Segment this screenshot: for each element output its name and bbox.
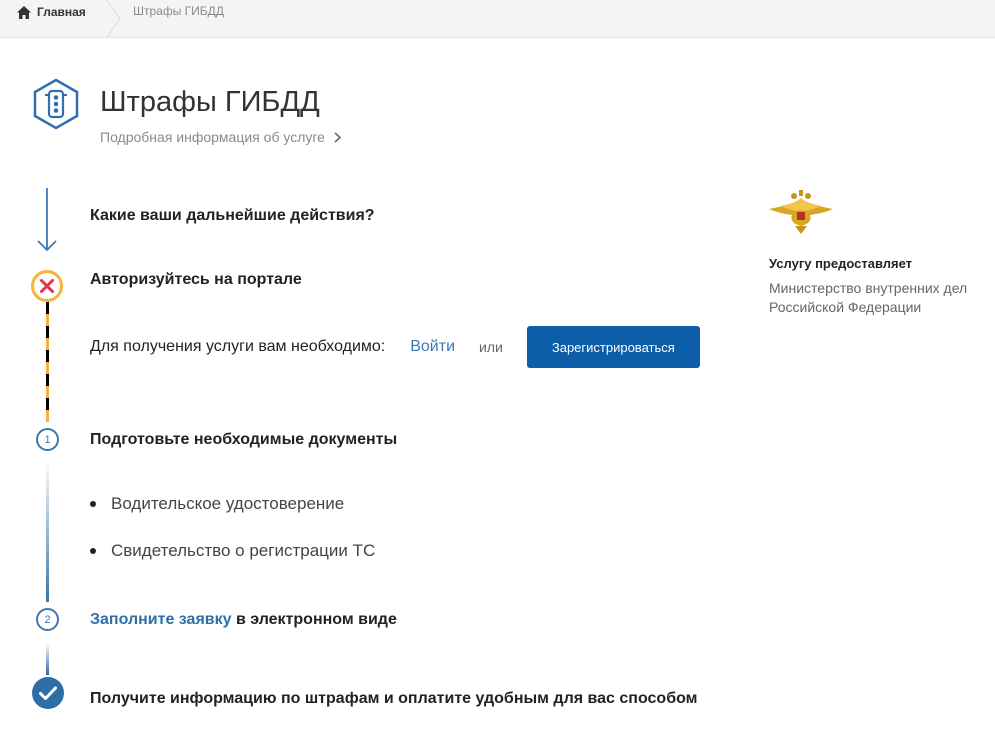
service-details-label: Подробная информация об услуге — [100, 129, 325, 145]
breadcrumb-home[interactable]: Главная — [17, 4, 86, 20]
document-label: Водительское удостоверение — [111, 493, 345, 513]
auth-step-title: Авторизуйтесь на портале — [90, 271, 302, 288]
checkmark-icon — [32, 677, 64, 709]
page-title: Штрафы ГИБДД — [100, 86, 320, 118]
agency-label: Услугу предоставляет — [769, 256, 913, 271]
documents-list: Водительское удостоверение Свидетельство… — [90, 492, 375, 586]
step2-title: Заполните заявку в электронном виде — [90, 611, 397, 629]
register-button[interactable]: Зарегистрироваться — [526, 326, 700, 368]
breadcrumb-home-label: Главная — [37, 5, 86, 19]
timeline-connector — [46, 459, 49, 602]
list-item: Свидетельство о регистрации ТС — [90, 539, 375, 562]
double-headed-eagle-emblem — [769, 190, 833, 234]
auth-prompt: Для получения услуги вам необходимо: — [90, 338, 386, 355]
chevron-right-icon — [106, 0, 121, 37]
step-number-badge: 2 — [36, 608, 59, 631]
step2-rest-text: в электронном виде — [231, 611, 397, 628]
bullet-icon — [90, 500, 96, 507]
intro-heading: Какие ваши дальнейшие действия? — [90, 207, 375, 224]
breadcrumb: Главная Штрафы ГИБДД — [0, 0, 995, 38]
or-separator: или — [479, 339, 503, 355]
home-icon — [17, 5, 31, 19]
document-label: Свидетельство о регистрации ТС — [111, 540, 376, 560]
step1-title: Подготовьте необходимые документы — [90, 431, 398, 448]
agency-name: Министерство внутренних дел Российской Ф… — [769, 280, 968, 315]
auth-actions: Для получения услуги вам необходимо: Вой… — [90, 326, 700, 368]
list-item: Водительское удостоверение — [90, 492, 375, 515]
final-step-title: Получите информацию по штрафам и оплатит… — [90, 690, 698, 707]
error-x-icon — [31, 270, 63, 302]
traffic-light-icon — [33, 78, 79, 130]
step-number-badge: 1 — [36, 428, 59, 451]
service-details-link[interactable]: Подробная информация об услуге — [100, 129, 341, 145]
bullet-icon — [90, 547, 96, 554]
arrow-down-icon — [37, 188, 57, 252]
timeline-connector-pending — [46, 302, 49, 422]
fill-application-link[interactable]: Заполните заявку — [90, 611, 232, 628]
chevron-right-icon — [334, 131, 341, 143]
timeline-connector — [46, 643, 49, 675]
login-link[interactable]: Войти — [410, 338, 455, 356]
breadcrumb-current: Штрафы ГИБДД — [133, 4, 224, 18]
